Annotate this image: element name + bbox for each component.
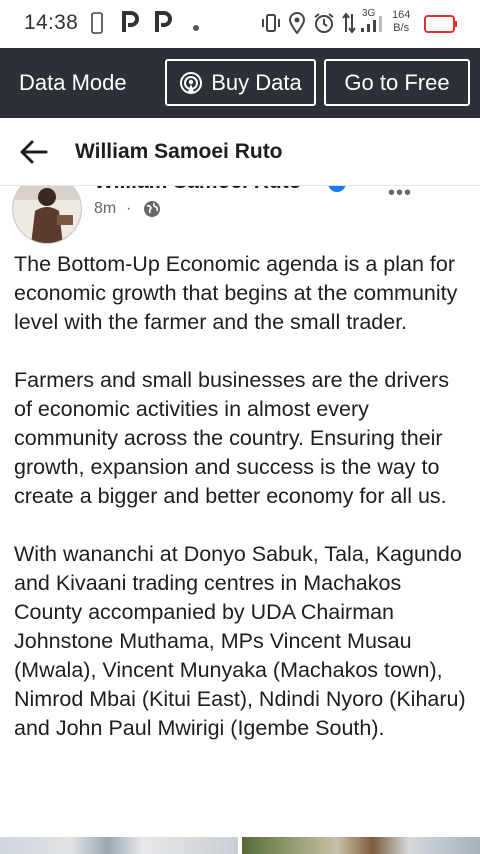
page-header: William Samoei Ruto xyxy=(0,118,480,186)
alarm-icon xyxy=(313,12,335,39)
meta-separator: · xyxy=(126,200,132,217)
go-to-free-button[interactable]: Go to Free xyxy=(324,59,470,106)
phone-outline-icon xyxy=(91,12,103,39)
buy-data-button[interactable]: Buy Data xyxy=(165,59,316,106)
status-bar: 14:38 3G 164 B/s xyxy=(0,0,480,48)
post-photo[interactable] xyxy=(242,837,480,854)
battery-icon xyxy=(424,15,458,38)
location-icon xyxy=(288,12,306,39)
back-arrow-icon xyxy=(18,140,50,172)
network-type: 3G xyxy=(362,8,376,19)
data-transfer-icon xyxy=(342,12,356,39)
globe-icon xyxy=(143,200,161,218)
post-text: The Bottom-Up Economic agenda is a plan … xyxy=(14,250,470,772)
post-photos xyxy=(0,837,480,854)
data-mode-label: Data Mode xyxy=(19,70,127,95)
post-paragraph: With wananchi at Donyo Sabuk, Tala, Kagu… xyxy=(14,542,466,740)
post-paragraph: Farmers and small businesses are the dri… xyxy=(14,368,449,508)
back-button[interactable] xyxy=(18,136,52,168)
vibrate-icon xyxy=(260,12,282,39)
broadcast-icon xyxy=(179,71,211,95)
notification-dot-icon xyxy=(192,19,200,37)
buy-data-label: Buy Data xyxy=(211,69,302,95)
status-time: 14:38 xyxy=(24,11,79,34)
network-speed-unit: B/s xyxy=(393,22,410,34)
network-speed-value: 164 xyxy=(392,9,411,21)
go-to-free-label: Go to Free xyxy=(344,69,450,95)
network-speed: 164 B/s xyxy=(392,9,410,35)
signal-icon: 3G xyxy=(358,8,386,39)
page-title: William Samoei Ruto xyxy=(75,140,283,163)
parking-app-icon xyxy=(121,10,139,39)
post-photo[interactable] xyxy=(0,837,238,854)
post-time[interactable]: 8m xyxy=(94,200,116,218)
parking-app-icon-2 xyxy=(154,10,172,39)
data-mode-bar: Data Mode Buy Data Go to Free xyxy=(0,48,480,118)
post-paragraph: The Bottom-Up Economic agenda is a plan … xyxy=(14,252,458,334)
